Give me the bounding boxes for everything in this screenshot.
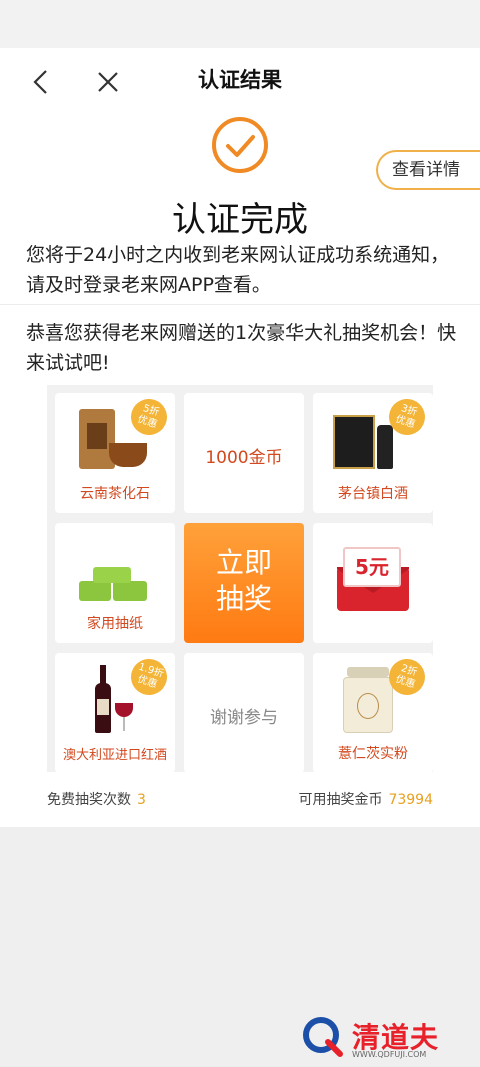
- liquor-box-image: [333, 415, 375, 469]
- wine-glass-image: [115, 703, 133, 733]
- prize-label: 澳大利亚进口红酒: [62, 748, 167, 763]
- watermark-logo: 清道夫 WWW.QDFUJI.COM: [300, 1014, 468, 1062]
- page-title: 认证结果: [198, 68, 282, 92]
- free-draws-counter: 免费抽奖次数 3: [47, 789, 146, 809]
- liquor-bottle-image: [377, 425, 393, 469]
- prize-label: 1000金币: [205, 448, 283, 468]
- coupon-card: 5元: [343, 547, 401, 587]
- prize-cell-wine: 1.9折 优惠 澳大利亚进口红酒: [55, 653, 175, 773]
- draw-button[interactable]: 立即 抽奖: [184, 523, 304, 643]
- prize-cell-baijiu: 3折 优惠 茅台镇白酒: [313, 393, 433, 513]
- prize-label: 家用抽纸: [87, 616, 143, 632]
- prize-cell-thanks: 谢谢参与: [184, 653, 304, 773]
- coins-counter: 可用抽奖金币 73994: [298, 789, 433, 809]
- tea-product-image: [79, 409, 115, 469]
- tea-cup-image: [109, 443, 147, 467]
- prize-cell-coins: 1000金币: [184, 393, 304, 513]
- view-details-button[interactable]: 查看详情: [376, 150, 480, 190]
- prize-cell-red-envelope: 5元: [313, 523, 433, 643]
- watermark-q-icon: [303, 1017, 343, 1057]
- prize-label: 茅台镇白酒: [338, 486, 408, 502]
- wine-bottle-image: [95, 665, 111, 733]
- result-title: 认证完成: [172, 200, 308, 240]
- coins-value: 73994: [388, 792, 433, 808]
- free-draws-value: 3: [137, 792, 146, 808]
- prize-cell-tea: 5折 优惠 云南茶化石: [55, 393, 175, 513]
- divider: [0, 304, 480, 305]
- prize-label: 谢谢参与: [210, 708, 278, 728]
- prize-label: 云南茶化石: [80, 486, 150, 502]
- discount-badge: 5折 优惠: [126, 394, 172, 440]
- watermark-subtext: WWW.QDFUJI.COM: [352, 1050, 427, 1059]
- prize-cell-powder: 2折 优惠 薏仁茨实粉: [313, 653, 433, 773]
- tissue-pack-image: [79, 567, 149, 603]
- status-bar: [0, 0, 480, 48]
- promo-text: 恭喜您获得老来网赠送的1次豪华大礼抽奖机会！快来试试吧!: [26, 322, 457, 374]
- powder-jar-image: [343, 667, 393, 733]
- prize-label: 薏仁茨实粉: [338, 746, 408, 762]
- prize-cell-tissue: 家用抽纸: [55, 523, 175, 643]
- free-draws-label: 免费抽奖次数: [47, 792, 131, 808]
- coins-label: 可用抽奖金币: [298, 792, 383, 808]
- discount-badge: 1.9折 优惠: [126, 654, 172, 700]
- result-message: 您将于24小时之内收到老来网认证成功系统通知，请及时登录老来网APP查看。: [26, 244, 450, 296]
- check-circle-icon: [211, 116, 269, 174]
